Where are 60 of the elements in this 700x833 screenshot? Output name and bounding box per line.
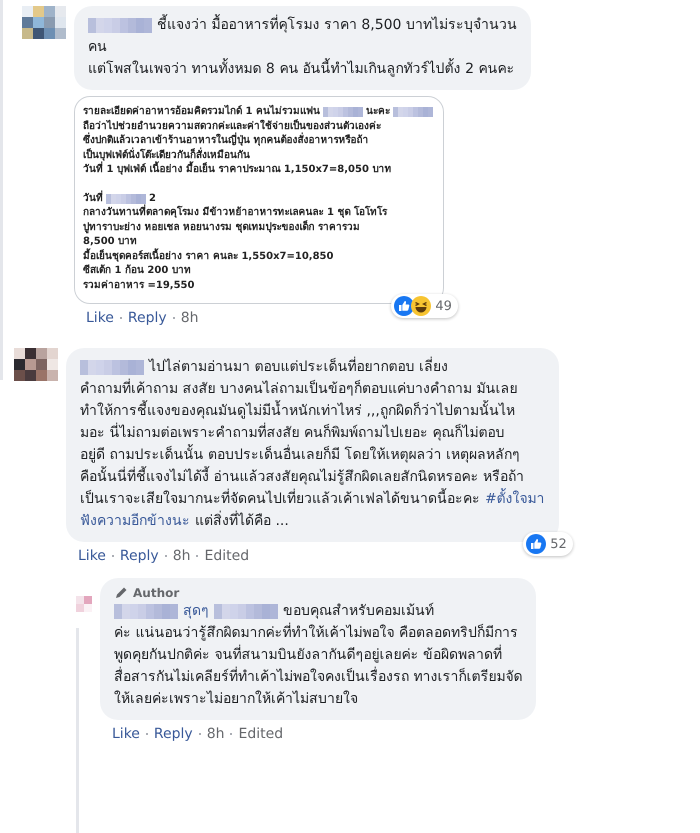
comment-text: คน bbox=[88, 38, 107, 57]
comment-text: พูดคุยกันปกติค่ะ จนที่สนามบินยังลากันดีๆอยู่เลยค่ะ ข้อผิดพลาดที่ bbox=[114, 644, 502, 666]
timestamp[interactable]: 8h bbox=[206, 726, 224, 742]
like-icon bbox=[526, 534, 546, 554]
comment-text: เป็นบุฟเฟ่ต์นั่งโต๊ะเดียวกันก็สั่งเหมือนกัน bbox=[83, 148, 250, 161]
comment-text: 8,500 บาท bbox=[83, 235, 138, 248]
comment-text: คือนั้นนี่ที่ชี้แจงไม่ได้งี้ อ่านแล้วสงสัยคุณไม่รู้สึกผิดเลยสักนิดหรอคะ หรือถ้า bbox=[80, 466, 524, 488]
reaction-count: 52 bbox=[550, 536, 567, 552]
action-link[interactable]: Reply bbox=[128, 310, 167, 326]
author-label: Author bbox=[133, 586, 180, 600]
edited-label: Edited bbox=[238, 726, 284, 742]
reaction-summary[interactable]: 52 bbox=[523, 532, 573, 556]
comment-text: แต่สิ่งที่ได้คือ ... bbox=[195, 510, 289, 532]
comment-text: มื้อเย็นชุดคอร์สเนื้อย่าง ราคา คนละ 1,550x7=10,850 bbox=[83, 250, 334, 264]
comment-text: อยู่ดี ถามประเด็นนั้น ตอบประเด็นอื่นเลยก็มี โดยให้เหตุผลว่า เหตุผลหลักๆ bbox=[80, 444, 520, 466]
comment-text: ถือว่าไปช่วยอำนวยความสดวกค่ะและค่าใช้จ่ายเป็นของส่วนตัวเองค่ะ bbox=[83, 120, 381, 132]
comment-text: เป็นเราจะเสียใจมากนะที่จัดคนไปเที่ยวแล้วเค้าเฟลได้ขนาดนี้อะคะ bbox=[80, 488, 480, 510]
blurred-name bbox=[214, 604, 278, 618]
timestamp[interactable]: 8h bbox=[180, 310, 198, 326]
comment-text: ไปไล่ตามอ่านมา ตอบแต่ประเด็นที่อยากตอบ เลี่ยง bbox=[149, 356, 448, 378]
blurred-name bbox=[392, 107, 433, 118]
laughing-face-icon bbox=[411, 296, 432, 316]
edited-label: Edited bbox=[204, 548, 250, 564]
blurred-name bbox=[322, 107, 363, 118]
hashtag-link[interactable]: #ตั้งใจมา bbox=[485, 488, 545, 510]
timestamp[interactable]: 8h bbox=[172, 548, 190, 564]
comment-text: วันที่ 1 บุฟเฟ่ต์ เนื้อย่าง มื้อเย็น ราคาประมาณ 1,150x7=8,050 บาท bbox=[83, 163, 392, 178]
comment-text: ชี้แจงว่า มื้ออาหารที่คุโรมง ราคา 8,500 บาทไม่ระบุจำนวน bbox=[157, 14, 517, 36]
hashtag-link[interactable]: สุดๆ bbox=[183, 600, 209, 622]
comment-text: ปูทาราบะย่าง หอยเชล หอยนางรม ชุดเทมปุระของเด็ก ราคารวม bbox=[83, 220, 360, 235]
comment-text: คำถามที่เค้าถาม สงสัย บางคนไล่ถามเป็นข้อๆก็ตอบแค่บางคำถาม มันเลย bbox=[80, 378, 518, 400]
reaction-count: 49 bbox=[435, 298, 452, 314]
comment-text: ให้เลยค่ะเพราะไม่อยากให้เค้าไม่สบายใจ bbox=[114, 690, 358, 709]
reaction-summary[interactable]: 49 bbox=[391, 294, 458, 318]
hashtag-link[interactable]: ฟังความอีกข้างนะ bbox=[80, 510, 190, 532]
blurred-name bbox=[106, 194, 146, 204]
action-link[interactable]: Reply bbox=[120, 548, 159, 564]
comment-text: ซีสเต้ก 1 ก้อน 200 บาท bbox=[83, 264, 191, 278]
comment-text: ค่ะ แน่นอนว่ารู้สึกผิดมากค่ะที่ทำให้เค้าไม่พอใจ คือตลอดทริปก็มีการ bbox=[114, 622, 518, 644]
comment-text: ซึ่งปกติแล้วเวลาเข้าร้านอาหารในญี่ปุ่น ทุกคนต้องสั่งอาหารหรือถ้า bbox=[83, 134, 368, 148]
action-link[interactable]: Like bbox=[86, 310, 114, 326]
comment-text: ทำให้การชี้แจงของคุณมันดูไม่มีน้ำหนักเท่าไหร่ ,,,ถูกผิดก็ว่าไปตามนั้นไห bbox=[80, 400, 515, 422]
comment-text: แต่โพสในเพจว่า ทานทั้งหมด 8 คน อันนี้ทำไมเกินลูกทัวร์ไปตั้ง 2 คนคะ bbox=[88, 58, 515, 80]
comment-text: รายละเอียดค่าอาหารอ้อมคิดรวมไกด์ 1 คนไม่รวมแฟน bbox=[83, 105, 320, 119]
comment-text: สื่อสารกันไม่เคลียร์ที่ทำเค้าไม่พอใจคงเป็นเรื่องรถ ทางเราก็เตรียมจัด bbox=[114, 666, 522, 688]
action-link[interactable]: Like bbox=[112, 726, 140, 742]
action-link[interactable]: Like bbox=[78, 548, 106, 564]
action-link[interactable]: Reply bbox=[154, 726, 193, 742]
comment-text: ขอบคุณสำหรับคอมเม้นท์ bbox=[283, 602, 434, 621]
blurred-name bbox=[114, 604, 178, 618]
like-icon bbox=[394, 296, 414, 316]
comment-text: นะคะ bbox=[366, 105, 390, 119]
blurred-name bbox=[80, 360, 144, 374]
blurred-name bbox=[88, 18, 152, 32]
comment-text: รวมค่าอาหาร =19,550 bbox=[83, 278, 194, 292]
pencil-icon bbox=[114, 586, 128, 600]
comment-text: 2 bbox=[149, 192, 156, 204]
comment-text: มอะ นี่ไม่ถามต่อเพราะคำถามที่สงสัย คนก็พิมพ์ถามไปเยอะ คุณก็ไม่ตอบ bbox=[80, 422, 504, 444]
comment-text: กลางวันทานที่ตลาดคุโรมง มีข้าวหย้าอาหารทะเลคนละ 1 ชุด โอโทโร bbox=[83, 206, 387, 220]
comment-text: วันที่ bbox=[83, 192, 103, 204]
